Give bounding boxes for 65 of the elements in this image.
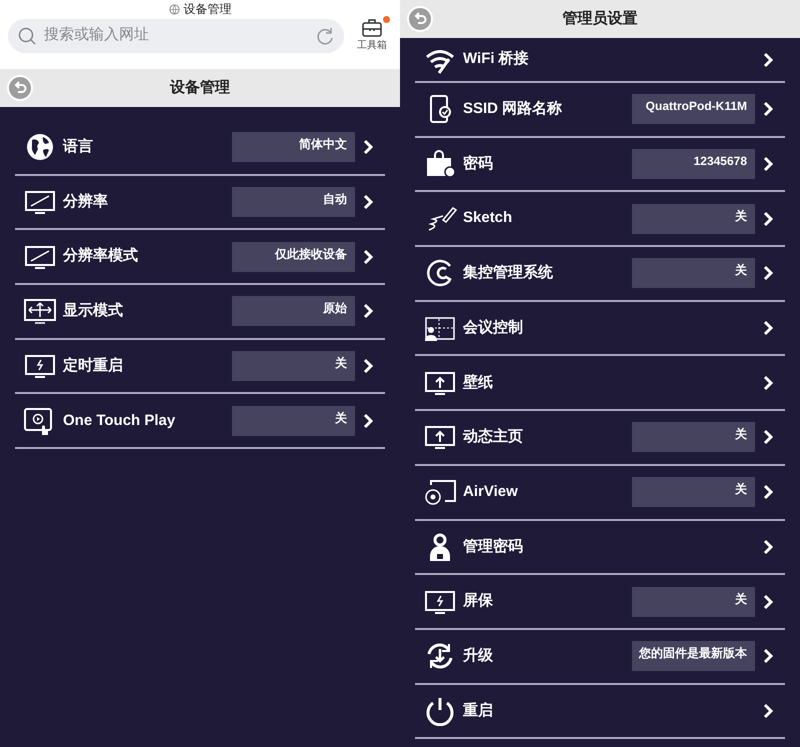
setting-label: 分辨率模式 <box>63 246 139 266</box>
chevron-icon[interactable] <box>363 358 373 374</box>
toolbox-icon[interactable] <box>361 18 384 38</box>
value-field[interactable]: 仅此接收设备 <box>232 242 355 272</box>
setting-label: 屏保 <box>463 591 494 612</box>
setting-label: 定时重启 <box>63 356 124 376</box>
back-button[interactable] <box>7 75 33 101</box>
chevron-icon[interactable] <box>363 412 373 429</box>
value-field[interactable]: 自动 <box>232 187 355 218</box>
setting-label: Sketch <box>463 208 514 228</box>
setting-label: 语言 <box>63 137 94 158</box>
chevron-icon[interactable] <box>763 702 773 719</box>
chevron-icon[interactable] <box>763 484 773 500</box>
value-field[interactable]: 关 <box>232 351 355 382</box>
chevron-icon[interactable] <box>763 594 773 610</box>
page-title: 设备管理 <box>170 78 230 98</box>
value-field[interactable]: 关 <box>232 406 355 436</box>
setting-label: 显示模式 <box>63 301 124 322</box>
setting-label: SSID 网路名称 <box>463 99 564 120</box>
setting-label: 管理密码 <box>463 536 524 557</box>
setting-label: 密码 <box>463 154 494 174</box>
chevron-icon[interactable] <box>363 248 373 265</box>
tab-title: 设备管理 <box>184 1 232 18</box>
back-button[interactable] <box>407 6 433 32</box>
search-icon <box>18 26 36 44</box>
page-title: 管理员设置 <box>562 8 638 29</box>
value-field[interactable]: 关 <box>632 258 755 288</box>
value-field[interactable]: 12345678 <box>632 149 755 180</box>
chevron-icon[interactable] <box>763 538 773 555</box>
globe-icon <box>168 4 180 14</box>
expand-icon <box>23 296 57 326</box>
setting-label: 会议控制 <box>463 318 524 338</box>
setting-label: 升级 <box>463 646 494 666</box>
value-field[interactable]: 关 <box>632 204 755 234</box>
chevron-icon[interactable] <box>763 429 773 446</box>
setting-label: 动态主页 <box>463 426 524 448</box>
chevron-icon[interactable] <box>763 156 773 172</box>
setting-label: WiFi 桥接 <box>463 49 530 70</box>
value-field[interactable]: 关 <box>632 586 755 617</box>
back-icon[interactable] <box>13 81 27 95</box>
setting-label: 壁纸 <box>463 372 494 393</box>
chevron-icon[interactable] <box>763 374 773 391</box>
value-field[interactable]: 您的固件是最新版本 <box>632 641 755 672</box>
value-field[interactable]: 原始 <box>232 296 355 326</box>
value-field[interactable]: 简体中文 <box>232 132 355 162</box>
chevron-icon[interactable] <box>363 139 373 156</box>
value-field[interactable]: 关 <box>632 422 755 452</box>
setting-label: 集控管理系统 <box>463 263 554 284</box>
toolbox-button[interactable]: 工具箱 <box>352 18 392 53</box>
value-field[interactable]: QuattroPod-K11M <box>632 94 755 124</box>
chevron-icon[interactable] <box>763 648 773 664</box>
chevron-icon[interactable] <box>363 194 373 210</box>
setting-label: 重启 <box>463 700 494 721</box>
screen-cast-icon <box>423 477 457 508</box>
back-icon[interactable] <box>413 12 427 26</box>
chevron-icon[interactable] <box>763 52 773 68</box>
chevron-icon[interactable] <box>763 210 773 227</box>
value-field[interactable]: 关 <box>632 477 755 508</box>
setting-label: One Touch Play <box>63 410 176 431</box>
chevron-icon[interactable] <box>763 265 773 282</box>
setting-label: 分辨率 <box>63 192 109 212</box>
setting-label: AirView <box>463 482 519 502</box>
chevron-icon[interactable] <box>363 303 373 320</box>
chevron-icon[interactable] <box>763 320 773 336</box>
chevron-icon[interactable] <box>763 101 773 118</box>
